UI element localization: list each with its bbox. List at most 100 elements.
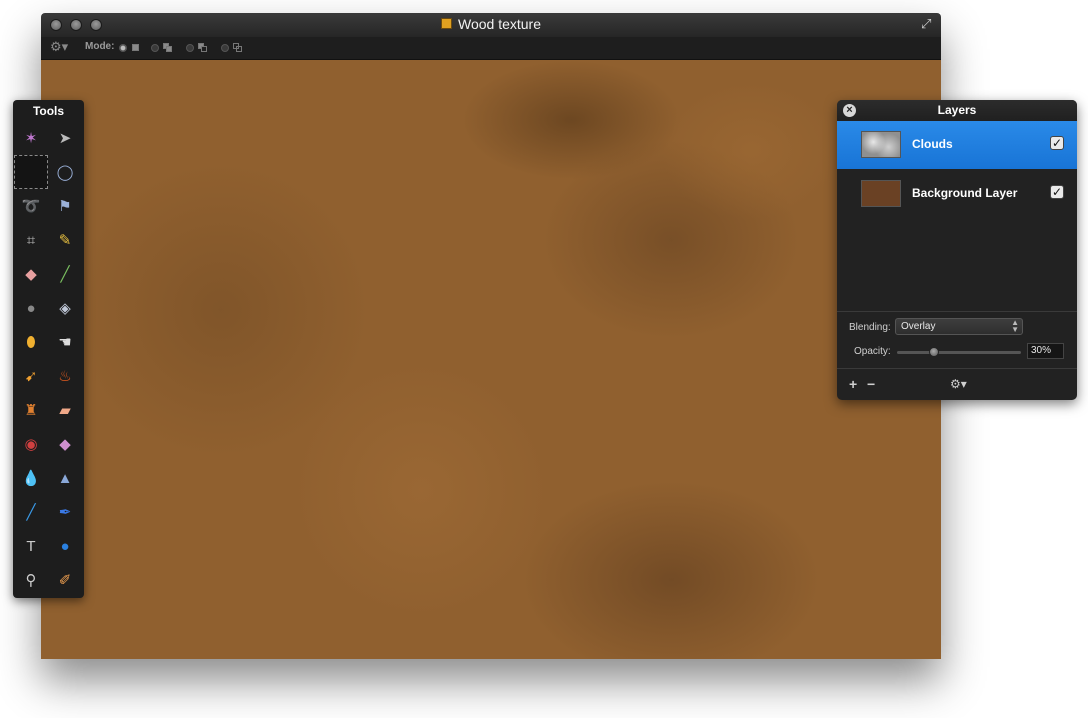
tool-smudge[interactable]: ☚: [48, 325, 82, 359]
magic-wand-icon: ✶: [24, 130, 38, 147]
mode-add-selection[interactable]: [151, 43, 172, 52]
layer-thumbnail: [861, 180, 901, 207]
tool-sharpen[interactable]: ▲: [48, 461, 82, 495]
layers-panel: × Layers Clouds ✓ Background Layer ✓ Ble…: [837, 100, 1077, 400]
layers-title: Layers: [937, 103, 977, 117]
radio-icon[interactable]: [221, 43, 229, 52]
tool-brush[interactable]: ╱: [48, 257, 82, 291]
tool-red-eye[interactable]: ◉: [14, 427, 48, 461]
burn-icon: ➹: [24, 368, 38, 385]
close-icon[interactable]: ×: [843, 104, 856, 117]
divider: [837, 311, 1077, 312]
layers-footer: + − ⚙▾: [837, 368, 1077, 400]
tool-dodge[interactable]: ♨: [48, 359, 82, 393]
pencil-icon: ✎: [58, 232, 72, 249]
radio-icon[interactable]: [186, 43, 194, 52]
chevron-updown-icon: ▲ ▼: [1011, 318, 1019, 334]
subtract-selection-icon: [198, 43, 207, 52]
blur-icon: 💧: [21, 470, 41, 487]
opacity-slider[interactable]: [897, 347, 1021, 357]
add-selection-icon: [163, 43, 172, 52]
layer-visibility-checkbox[interactable]: ✓: [1050, 136, 1064, 150]
tool-crop[interactable]: ⌗: [14, 223, 48, 257]
intersect-selection-icon: [233, 43, 242, 52]
tool-spray[interactable]: ●: [14, 291, 48, 325]
eraser-2-icon: ◆: [59, 436, 71, 453]
tool-eyedropper[interactable]: ✐: [48, 563, 82, 597]
eraser-icon: ◆: [25, 266, 37, 283]
fill-icon: ◈: [59, 300, 71, 317]
tool-eraser[interactable]: ◆: [14, 257, 48, 291]
window-title-text: Wood texture: [457, 16, 541, 32]
tools-palette: Tools ✶ ➤ ◯ ➰ ⚑ ⌗ ✎ ◆ ╱ ● ◈ ⬮ ☚ ➹ ♨ ♜ ▰ ◉ ◆ 💧 ▲ ╱ ✒ T ● ⚲ ✐: [13, 100, 84, 598]
tool-blur[interactable]: 💧: [14, 461, 48, 495]
tool-burn[interactable]: ➹: [14, 359, 48, 393]
clone-stamp-icon: ♜: [24, 402, 38, 419]
red-eye-icon: ◉: [24, 436, 38, 453]
tool-pen[interactable]: ╱: [14, 495, 48, 529]
eyedropper-icon: ✐: [58, 572, 72, 589]
title-bar: Wood texture ⤢: [41, 13, 941, 37]
opacity-field[interactable]: 30%: [1027, 343, 1064, 359]
tool-magic-wand[interactable]: ✶: [14, 121, 48, 155]
fullscreen-icon[interactable]: ⤢: [921, 17, 935, 31]
opacity-slider-knob[interactable]: [929, 347, 940, 357]
tool-sponge[interactable]: ⬮: [14, 325, 48, 359]
tool-text[interactable]: T: [14, 529, 48, 563]
tools-title: Tools: [32, 104, 65, 118]
mode-new-selection[interactable]: [119, 43, 140, 52]
tool-freeform-pen[interactable]: ✒: [48, 495, 82, 529]
dodge-icon: ♨: [58, 368, 72, 385]
mode-subtract-selection[interactable]: [186, 43, 207, 52]
brush-icon: ╱: [60, 266, 70, 283]
layer-row-background[interactable]: Background Layer ✓: [837, 170, 1077, 218]
tool-lasso[interactable]: ➰: [14, 189, 48, 223]
blending-value: Overlay: [901, 321, 936, 332]
heal-icon: ▰: [59, 402, 71, 419]
layer-name: Clouds: [912, 137, 953, 151]
layer-visibility-checkbox[interactable]: ✓: [1050, 185, 1064, 199]
sponge-icon: ⬮: [26, 333, 36, 351]
text-icon: T: [26, 537, 36, 555]
tool-ellipse-select[interactable]: ◯: [48, 155, 82, 189]
crop-icon: ⌗: [26, 231, 36, 249]
tool-fill[interactable]: ◈: [48, 291, 82, 325]
radio-icon[interactable]: [151, 43, 159, 52]
tool-rect-select[interactable]: [14, 155, 48, 189]
tool-shape[interactable]: ●: [48, 529, 82, 563]
window-title: Wood texture: [41, 16, 941, 32]
layer-name: Background Layer: [912, 186, 1018, 200]
tool-pencil[interactable]: ✎: [48, 223, 82, 257]
opacity-label: Opacity:: [854, 346, 891, 357]
tool-move[interactable]: ➤: [48, 121, 82, 155]
texture-highlight: [661, 80, 841, 220]
image-canvas[interactable]: [41, 60, 941, 659]
tool-eraser-2[interactable]: ◆: [48, 427, 82, 461]
spray-icon: ●: [26, 299, 36, 317]
texture-shade: [521, 480, 821, 659]
shape-icon: ●: [60, 537, 70, 555]
tool-grid: ✶ ➤ ◯ ➰ ⚑ ⌗ ✎ ◆ ╱ ● ◈ ⬮ ☚ ➹ ♨ ♜ ▰ ◉ ◆ 💧 ▲ ╱ ✒ T ● ⚲ ✐: [14, 121, 83, 597]
gear-icon[interactable]: ⚙▾: [950, 377, 967, 391]
layer-thumbnail: [861, 131, 901, 158]
smudge-icon: ☚: [58, 334, 72, 351]
pen-icon: ╱: [26, 504, 36, 521]
layers-header: × Layers: [837, 100, 1077, 121]
radio-icon[interactable]: [119, 43, 127, 52]
tool-heal[interactable]: ▰: [48, 393, 82, 427]
tool-clone-stamp[interactable]: ♜: [14, 393, 48, 427]
freeform-pen-icon: ✒: [58, 504, 72, 521]
gear-icon[interactable]: ⚙▾: [50, 39, 68, 55]
add-layer-button[interactable]: +: [849, 376, 857, 392]
blending-select[interactable]: Overlay ▲ ▼: [895, 318, 1023, 335]
remove-layer-button[interactable]: −: [867, 376, 875, 392]
options-toolbar: ⚙▾ Mode:: [41, 37, 941, 60]
polygon-lasso-icon: ⚑: [58, 198, 72, 215]
document-window: Wood texture ⤢ ⚙▾ Mode:: [41, 13, 941, 659]
mode-intersect-selection[interactable]: [221, 43, 242, 52]
tool-zoom[interactable]: ⚲: [14, 563, 48, 597]
sharpen-icon: ▲: [57, 469, 73, 487]
new-selection-icon: [131, 43, 140, 52]
layer-row-clouds[interactable]: Clouds ✓: [837, 121, 1077, 169]
tool-polygon-lasso[interactable]: ⚑: [48, 189, 82, 223]
